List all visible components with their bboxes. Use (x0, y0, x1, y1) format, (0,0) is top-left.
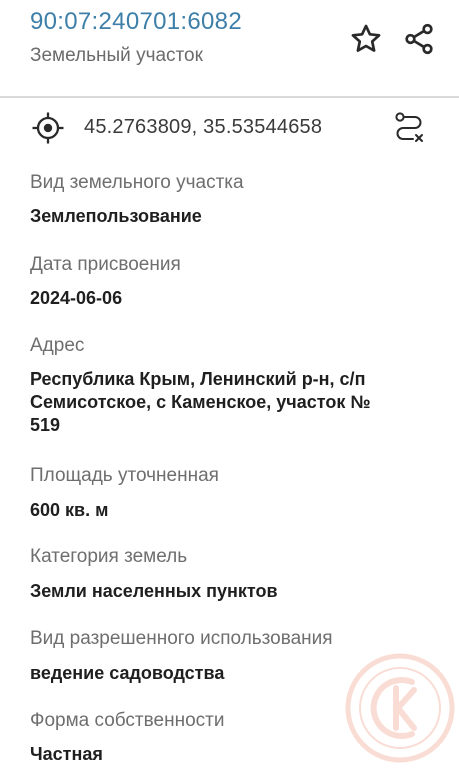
ownership-form-label: Форма собственности (30, 710, 225, 731)
star-icon (351, 24, 381, 52)
land-category-value: Земли населенных пунктов (30, 581, 278, 601)
card-header: 90:07:240701:6082 Земельный участок (0, 0, 459, 96)
cadastral-number[interactable]: 90:07:240701:6082 (30, 8, 242, 36)
property-card-screen: 90:07:240701:6082 Земельный участок 45.2… (0, 0, 459, 768)
route-icon[interactable] (387, 108, 431, 148)
address-value: Республика Крым, Ленинский р-н, с/п Семи… (30, 368, 440, 437)
favorite-button[interactable] (346, 19, 386, 59)
address-line: 519 (30, 415, 61, 435)
coordinates-row: 45.2763809, 35.53544658 (0, 98, 459, 158)
coordinates-value[interactable]: 45.2763809, 35.53544658 (84, 116, 322, 139)
area-label: Площадь уточненная (30, 465, 219, 486)
share-button[interactable] (399, 19, 439, 59)
address-line: Семисотское, с Каменское, участок № (30, 392, 371, 412)
area-value: 600 кв. м (30, 500, 109, 520)
logo-watermark (345, 653, 455, 763)
land-plot-type-value: Землепользование (30, 206, 202, 226)
assignment-date-label: Дата присвоения (30, 254, 181, 275)
address-line: Республика Крым, Ленинский р-н, с/п (30, 369, 366, 389)
share-icon (405, 23, 433, 55)
permitted-use-label: Вид разрешенного использования (30, 628, 333, 649)
assignment-date-value: 2024-06-06 (30, 288, 123, 308)
crosshair-icon[interactable] (30, 110, 66, 146)
address-label: Адрес (30, 335, 85, 356)
ownership-form-value: Частная (30, 744, 103, 764)
land-category-label: Категория земель (30, 546, 188, 567)
object-type-label: Земельный участок (30, 45, 203, 66)
land-plot-type-label: Вид земельного участка (30, 172, 244, 193)
permitted-use-value: ведение садоводства (30, 663, 225, 683)
